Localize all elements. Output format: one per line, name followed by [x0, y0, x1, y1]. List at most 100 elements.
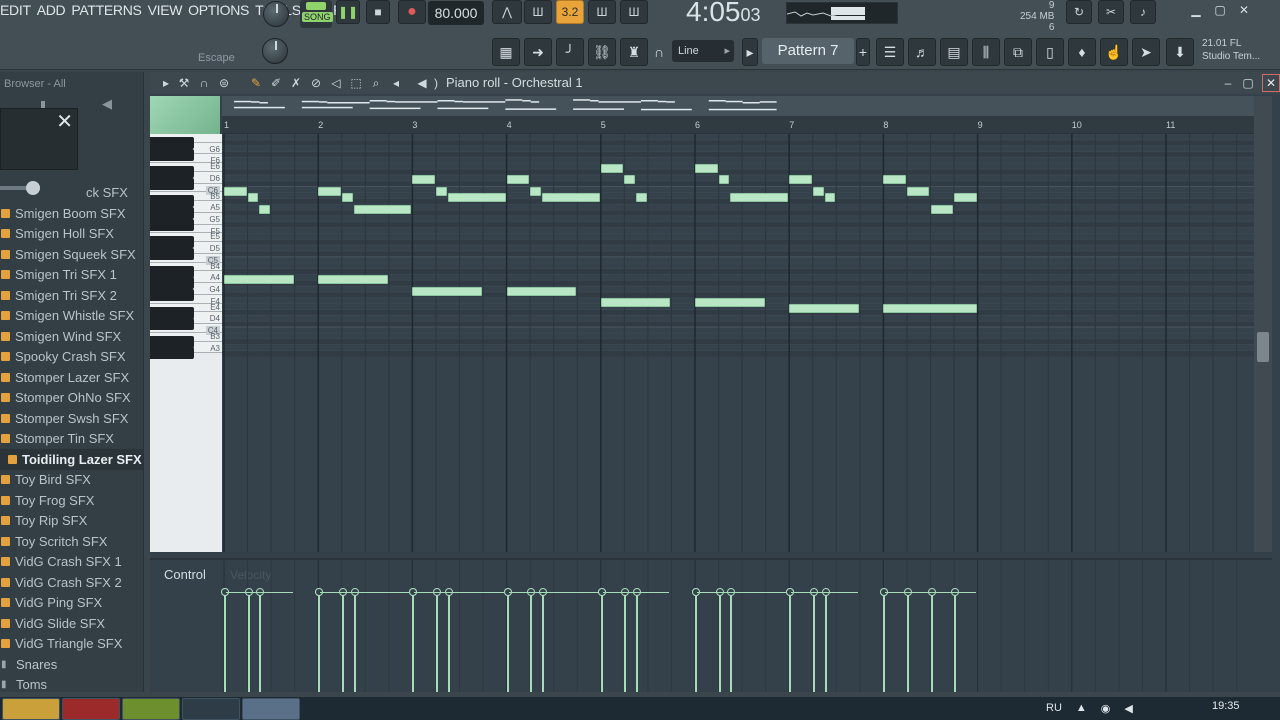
browser-item[interactable]: VidG Crash SFX 1 — [0, 552, 143, 573]
browser-folder[interactable]: ▮ Toms — [0, 675, 143, 692]
velocity-stem[interactable] — [903, 588, 912, 692]
menu-add[interactable]: ADD — [37, 2, 66, 18]
maximize-icon[interactable]: ▢ — [1240, 75, 1256, 91]
piano-keyboard[interactable]: G6 F6 E6 D6 C6 B5 A5 G5 F5 E5 D5 C5 B4 A4 G4 F4 E4 D4 C4 B3… — [150, 134, 222, 552]
plugin-icon[interactable]: ⧉ — [1004, 38, 1032, 66]
news-panel[interactable]: 21.01 FL Studio Tem... — [1202, 37, 1260, 63]
piano-black-key[interactable] — [150, 218, 194, 231]
velocity-stem[interactable] — [692, 588, 700, 692]
browser-folder[interactable]: ▮ Snares — [0, 654, 143, 675]
add-pattern-icon[interactable]: + — [856, 38, 870, 66]
midi-note[interactable] — [824, 192, 836, 202]
draw-mode-select[interactable]: Line — [672, 40, 734, 62]
delete-icon[interactable]: ✗ — [288, 75, 304, 91]
browser-item[interactable]: Smigen Boom SFX — [0, 203, 143, 224]
record-button[interactable]: ● — [398, 0, 426, 24]
magnet-icon[interactable]: ∩ — [196, 75, 212, 91]
velocity-stem[interactable] — [809, 588, 818, 692]
piano-black-key[interactable] — [150, 177, 194, 190]
midi-note[interactable] — [506, 286, 577, 296]
velocity-stem[interactable] — [315, 588, 324, 692]
midi-note[interactable] — [789, 175, 812, 185]
piano-black-key[interactable] — [150, 318, 194, 331]
language-indicator[interactable]: RU — [1046, 702, 1062, 715]
browser-item[interactable]: Stomper OhNo SFX — [0, 388, 143, 409]
browser-item[interactable]: Toidiling Lazer SFX — [0, 449, 143, 470]
download-icon[interactable]: ⬇ — [1166, 38, 1194, 66]
midi-note[interactable] — [883, 304, 977, 314]
cut-icon[interactable]: ✂ — [1098, 0, 1124, 24]
browser-item[interactable]: Stomper Swsh SFX — [0, 408, 143, 429]
piano-roll-icon[interactable]: ♬ — [908, 38, 936, 66]
opera-icon[interactable] — [62, 698, 120, 720]
velocity-stem[interactable] — [715, 588, 724, 692]
mic-icon[interactable]: ♪ — [1130, 0, 1156, 24]
network-icon[interactable]: ◉ — [1101, 702, 1111, 715]
control-label[interactable]: Control — [164, 567, 206, 582]
timeline-ruler[interactable]: 1 2 3 4 5 6 7 8 9 10 11 — [222, 116, 1254, 134]
tempo-display[interactable]: 80.000 — [428, 1, 484, 25]
piano-black-key[interactable] — [150, 248, 194, 260]
browser-item[interactable]: Smigen Wind SFX — [0, 326, 143, 347]
browser-item[interactable]: VidG Triangle SFX — [0, 634, 143, 655]
midi-note[interactable] — [506, 175, 530, 185]
piano-roll-view-icon[interactable]: ▦ — [492, 38, 520, 66]
velocity-stem[interactable] — [409, 588, 418, 692]
piano-black-key[interactable] — [150, 288, 194, 301]
menu-options[interactable]: OPTIONS — [188, 2, 249, 18]
browser-item[interactable]: Smigen Tri SFX 1 — [0, 265, 143, 286]
browser-item[interactable]: Toy Frog SFX — [0, 490, 143, 511]
midi-note[interactable] — [906, 187, 930, 197]
scrollbar-thumb[interactable] — [1257, 332, 1269, 362]
close-icon[interactable]: ✕ — [1234, 3, 1254, 21]
browser-item[interactable]: Spooky Crash SFX — [0, 347, 143, 368]
velocity-stem[interactable] — [880, 588, 889, 692]
midi-note[interactable] — [318, 187, 341, 197]
stop-button[interactable]: ■ — [366, 0, 390, 24]
options-arrow-icon[interactable]: ▸ — [158, 75, 174, 91]
midi-note[interactable] — [224, 187, 247, 197]
maximize-icon[interactable]: ▢ — [1210, 3, 1230, 21]
piano-black-key[interactable] — [150, 136, 194, 149]
close-icon[interactable]: ✕ — [1262, 74, 1280, 92]
midi-note[interactable] — [636, 192, 647, 202]
velocity-lane[interactable] — [221, 560, 1254, 692]
midi-note[interactable] — [318, 274, 388, 284]
piano-black-key[interactable] — [150, 148, 194, 161]
minimize-icon[interactable]: – — [1220, 75, 1236, 91]
velocity-stem[interactable] — [786, 588, 795, 692]
browser-item[interactable]: Smigen Tri SFX 2 — [0, 285, 143, 306]
piano-black-key[interactable] — [150, 306, 194, 319]
browser-item[interactable]: Toy Rip SFX — [0, 511, 143, 532]
overview-scroll-anchor[interactable] — [150, 96, 220, 134]
midi-note[interactable] — [341, 192, 353, 202]
piano-black-key[interactable] — [150, 236, 194, 249]
velocity-stem[interactable] — [538, 588, 547, 692]
piano-black-key[interactable] — [150, 335, 194, 348]
note-grid[interactable] — [222, 134, 1254, 552]
midi-note[interactable] — [730, 192, 789, 202]
browser-item[interactable]: Smigen Whistle SFX — [0, 306, 143, 327]
media-icon[interactable] — [122, 698, 180, 720]
menu-edit[interactable]: EDIT — [0, 2, 31, 18]
playback-audio-icon[interactable]: ◂ — [388, 75, 404, 91]
stamp-icon[interactable]: ♜ — [620, 38, 648, 66]
playback-icon[interactable]: ⊜ — [216, 75, 232, 91]
browser-item[interactable]: Smigen Holl SFX — [0, 224, 143, 245]
browser-item[interactable]: VidG Slide SFX — [0, 613, 143, 634]
menu-view[interactable]: VIEW — [148, 2, 183, 18]
piano-black-key[interactable] — [150, 265, 194, 278]
wait-input-icon[interactable]: Ш — [524, 0, 552, 24]
volume-icon[interactable]: ◀ — [1124, 702, 1132, 715]
midi-note[interactable] — [695, 163, 718, 173]
undo-icon[interactable]: ↻ — [1066, 0, 1092, 24]
plugin-picker-icon[interactable]: ♦ — [1068, 38, 1096, 66]
piano-black-key[interactable] — [150, 207, 194, 220]
midi-note[interactable] — [954, 192, 977, 202]
song-mode-toggle[interactable]: SONG — [300, 0, 333, 28]
playlist-icon[interactable]: ☰ — [876, 38, 904, 66]
app-icon[interactable] — [242, 698, 300, 720]
browser-title[interactable]: Browser - All — [0, 74, 143, 94]
velocity-stem[interactable] — [338, 588, 347, 692]
slice-icon[interactable]: ◁ — [328, 75, 344, 91]
